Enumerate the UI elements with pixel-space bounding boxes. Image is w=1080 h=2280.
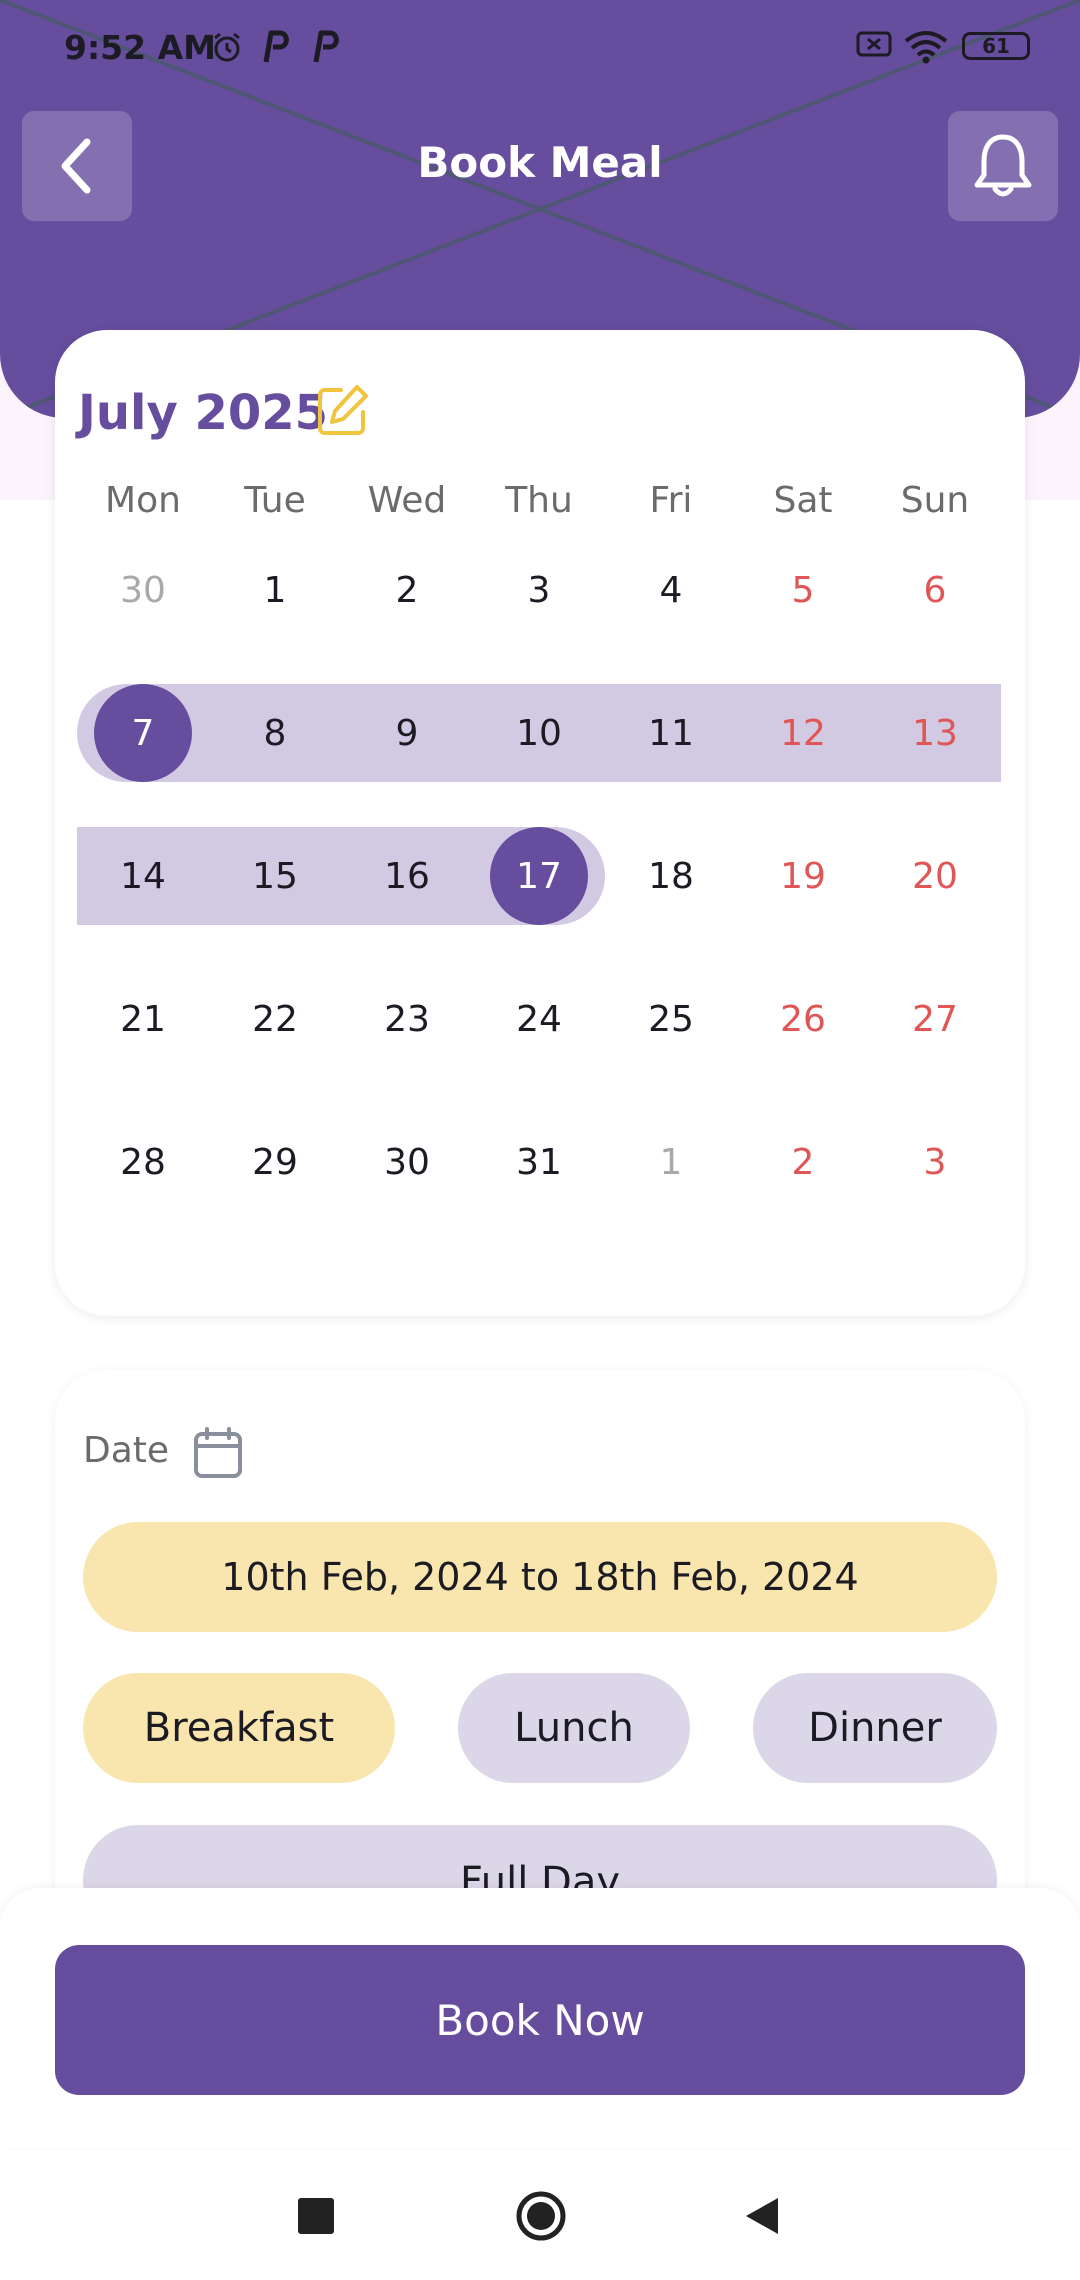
calendar-card: July 2025 Mon Tue Wed Thu Fri Sat Sun 30… [55, 330, 1025, 1316]
calendar-day[interactable]: 3 [869, 1113, 1001, 1211]
recents-icon[interactable] [298, 2198, 334, 2234]
calendar-day[interactable]: 9 [341, 684, 473, 782]
battery-icon: 61 [962, 32, 1030, 60]
calendar-day[interactable]: 10 [473, 684, 605, 782]
bottom-action-bar: Book Now [0, 1888, 1080, 2148]
calendar-day[interactable]: 27 [869, 970, 1001, 1068]
edit-icon[interactable] [315, 382, 371, 438]
p-app-icon [263, 30, 289, 63]
page-title: Book Meal [417, 138, 663, 187]
calendar-day[interactable]: 1 [605, 1113, 737, 1211]
calendar-day[interactable]: 31 [473, 1113, 605, 1211]
bell-icon [974, 134, 1032, 197]
calendar-day[interactable]: 25 [605, 970, 737, 1068]
calendar-day[interactable]: 19 [737, 827, 869, 925]
calendar-day[interactable]: 29 [209, 1113, 341, 1211]
selected-day-circle: 17 [490, 827, 588, 925]
calendar-day[interactable]: 20 [869, 827, 1001, 925]
weekday-header: Mon Tue Wed Thu Fri Sat Sun [77, 480, 1003, 540]
calendar-day[interactable]: 8 [209, 684, 341, 782]
calendar-day[interactable]: 26 [737, 970, 869, 1068]
calendar-day[interactable]: 12 [737, 684, 869, 782]
calendar-day[interactable]: 30 [341, 1113, 473, 1211]
weekday-label: Sun [900, 480, 970, 521]
booking-card: Date 10th Feb, 2024 to 18th Feb, 2024 Br… [55, 1370, 1025, 1970]
calendar-day[interactable]: 11 [605, 684, 737, 782]
meal-chip-dinner[interactable]: Dinner [753, 1673, 997, 1783]
weekday-label: Sat [773, 480, 833, 521]
calendar-day[interactable]: 14 [77, 827, 209, 925]
calendar-day[interactable]: 15 [209, 827, 341, 925]
calendar-day[interactable]: 6 [869, 541, 1001, 639]
calendar-day-range-end[interactable]: 17 [473, 827, 605, 925]
month-title: July 2025 [78, 385, 329, 441]
system-nav-bar [0, 2150, 1080, 2280]
calendar-day[interactable]: 22 [209, 970, 341, 1068]
date-label: Date [83, 1430, 170, 1471]
calendar-day[interactable]: 21 [77, 970, 209, 1068]
calendar-day[interactable]: 2 [737, 1113, 869, 1211]
home-icon[interactable] [515, 2190, 567, 2242]
weekday-label: Tue [244, 480, 306, 521]
calendar-day[interactable]: 2 [341, 541, 473, 639]
weekday-label: Wed [367, 480, 447, 521]
calendar-day[interactable]: 30 [77, 541, 209, 639]
selected-day-circle: 7 [94, 684, 192, 782]
meal-chip-breakfast[interactable]: Breakfast [83, 1673, 395, 1783]
calendar-day[interactable]: 28 [77, 1113, 209, 1211]
no-sim-icon [856, 31, 892, 57]
weekday-label: Fri [649, 480, 693, 521]
calendar-day[interactable]: 3 [473, 541, 605, 639]
calendar-day[interactable]: 18 [605, 827, 737, 925]
meal-chip-lunch[interactable]: Lunch [458, 1673, 690, 1783]
calendar-day-range-start[interactable]: 7 [77, 684, 209, 782]
calendar-day[interactable]: 13 [869, 684, 1001, 782]
status-bar: 9:52 AM 61 [0, 0, 1080, 90]
calendar-day[interactable]: 24 [473, 970, 605, 1068]
p-app-icon [313, 30, 339, 63]
weekday-label: Mon [105, 480, 181, 521]
battery-level: 61 [982, 34, 1010, 58]
alarm-icon [214, 32, 240, 62]
back-icon[interactable] [742, 2194, 782, 2238]
calendar-day[interactable]: 16 [341, 827, 473, 925]
calendar-day[interactable]: 1 [209, 541, 341, 639]
date-range-field[interactable]: 10th Feb, 2024 to 18th Feb, 2024 [83, 1522, 997, 1632]
book-now-button[interactable]: Book Now [55, 1945, 1025, 2095]
calendar-day[interactable]: 5 [737, 541, 869, 639]
calendar-day[interactable]: 23 [341, 970, 473, 1068]
status-time: 9:52 AM [64, 28, 216, 67]
calendar-icon[interactable] [193, 1426, 243, 1480]
calendar-day[interactable]: 4 [605, 541, 737, 639]
wifi-icon [904, 31, 948, 64]
weekday-label: Thu [505, 480, 573, 521]
notifications-button[interactable] [948, 111, 1058, 221]
